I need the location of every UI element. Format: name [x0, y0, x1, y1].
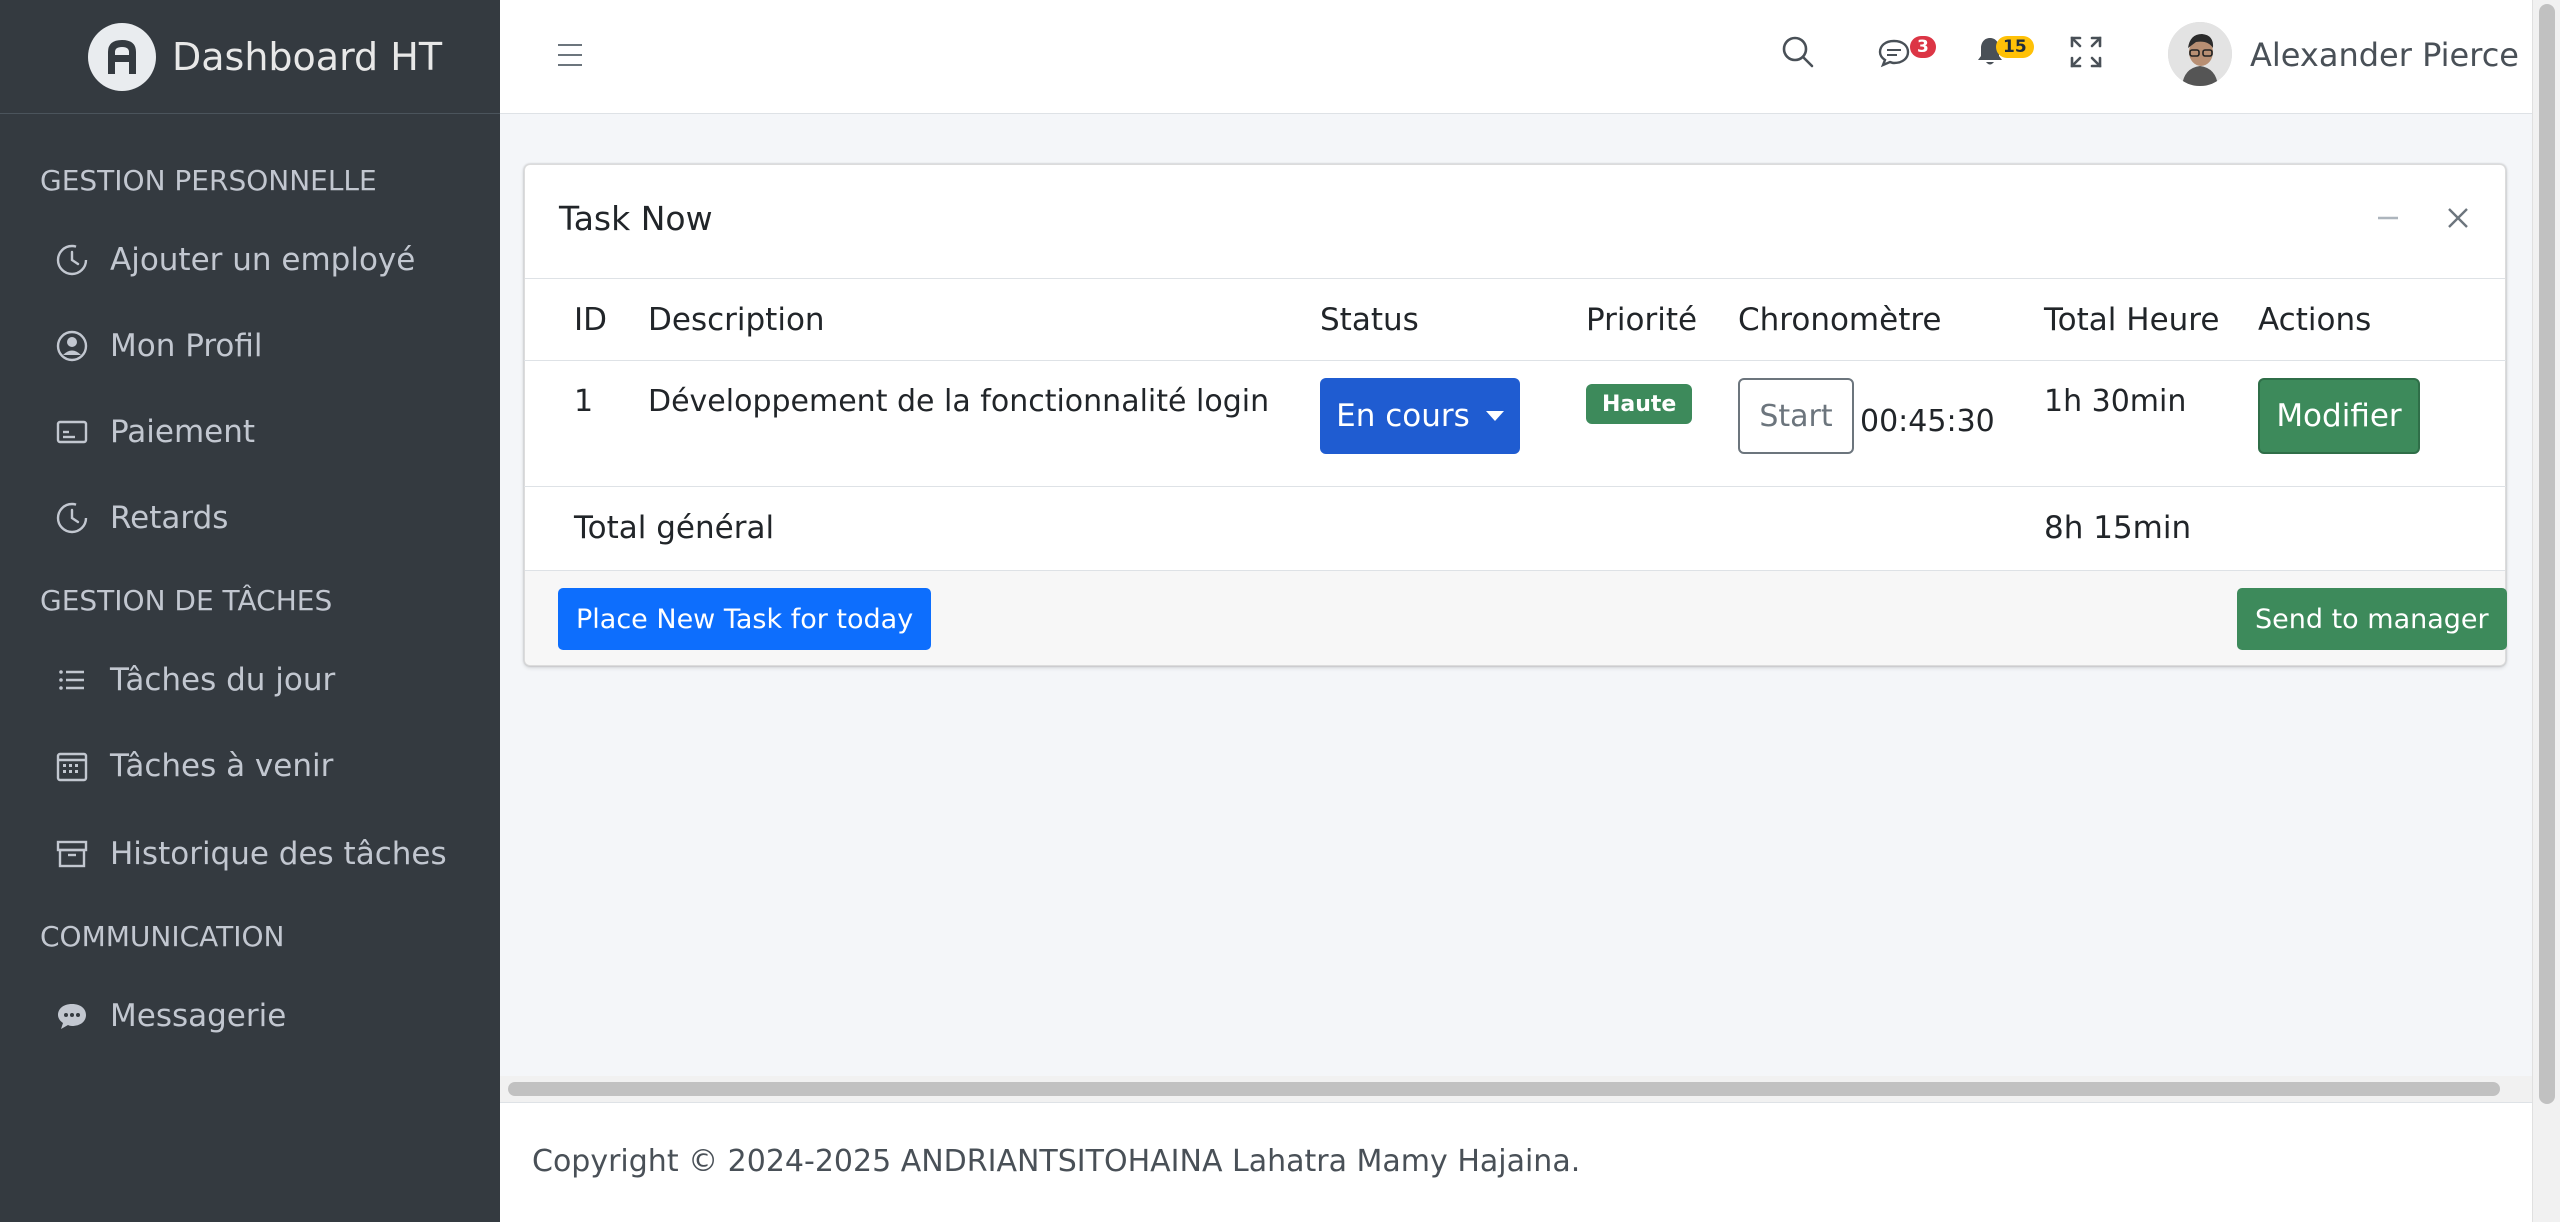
scrollbar-thumb[interactable]	[2539, 4, 2555, 1104]
sidebar-item-paiement[interactable]: Paiement	[54, 404, 255, 460]
sidebar-item-label: Messagerie	[110, 998, 287, 1034]
vertical-scrollbar[interactable]	[2532, 0, 2560, 1222]
close-icon[interactable]	[2443, 203, 2483, 243]
user-name[interactable]: Alexander Pierce	[2250, 36, 2519, 74]
notifications-badge: 15	[1996, 36, 2034, 58]
col-header-timer: Chronomètre	[1738, 302, 1942, 338]
sidebar-item-mon-profil[interactable]: Mon Profil	[54, 318, 263, 374]
total-label: Total général	[574, 510, 775, 546]
brand-logo-icon	[88, 22, 156, 91]
sidebar-section-taches: GESTION DE TÂCHES	[40, 584, 333, 617]
sidebar-item-taches-a-venir[interactable]: Tâches à venir	[54, 738, 333, 794]
copyright-text: Copyright © 2024-2025 ANDRIANTSITOHAINA …	[532, 1144, 1581, 1179]
clock-icon	[54, 500, 90, 536]
sidebar-item-label: Paiement	[110, 414, 256, 450]
sidebar-item-label: Historique des tâches	[110, 836, 447, 872]
send-to-manager-button[interactable]: Send to manager	[2237, 588, 2507, 650]
status-label: En cours	[1336, 398, 1470, 434]
place-new-task-button[interactable]: Place New Task for today	[558, 588, 932, 650]
chat-bubble-icon	[54, 998, 90, 1034]
sidebar-item-taches-du-jour[interactable]: Tâches du jour	[54, 652, 335, 708]
scrollbar-thumb[interactable]	[508, 1082, 2500, 1096]
total-value: 8h 15min	[2044, 510, 2192, 546]
sidebar-item-label: Ajouter un employé	[110, 242, 416, 278]
table-divider	[524, 486, 2506, 487]
brand-title: Dashboard HT	[172, 34, 443, 79]
user-avatar[interactable]	[2168, 22, 2232, 86]
menu-toggle-icon[interactable]	[558, 36, 588, 76]
card-title: Task Now	[559, 199, 713, 238]
sidebar-section-communication: COMMUNICATION	[40, 920, 285, 953]
caret-down-icon	[1485, 411, 1504, 421]
task-id: 1	[574, 384, 594, 419]
clock-icon	[54, 242, 90, 278]
timer-value: 00:45:30	[1860, 404, 1995, 439]
modify-button[interactable]: Modifier	[2258, 378, 2420, 454]
col-header-description: Description	[648, 302, 825, 338]
sidebar-item-ajouter-employe[interactable]: Ajouter un employé	[54, 232, 415, 288]
sidebar-item-label: Mon Profil	[110, 328, 263, 364]
sidebar-item-messagerie[interactable]: Messagerie	[54, 988, 286, 1044]
archive-icon	[54, 836, 90, 872]
calendar-icon	[54, 748, 90, 784]
horizontal-scrollbar[interactable]	[500, 1076, 2532, 1102]
credit-card-icon	[54, 414, 90, 450]
col-header-actions: Actions	[2258, 302, 2372, 338]
table-divider	[524, 360, 2506, 361]
sidebar-item-retards[interactable]: Retards	[54, 490, 228, 546]
sidebar-item-label: Tâches à venir	[110, 748, 334, 784]
list-icon	[54, 662, 90, 698]
user-circle-icon	[54, 328, 90, 364]
sidebar-item-label: Retards	[110, 500, 229, 536]
task-total-hours: 1h 30min	[2044, 384, 2187, 419]
priority-badge: Haute	[1586, 384, 1693, 424]
col-header-status: Status	[1320, 302, 1419, 338]
col-header-id: ID	[574, 302, 608, 338]
collapse-icon[interactable]	[2373, 203, 2413, 243]
col-header-total: Total Heure	[2044, 302, 2220, 338]
sidebar-item-historique[interactable]: Historique des tâches	[54, 826, 447, 882]
card-header: Task Now	[525, 165, 2505, 279]
fullscreen-icon[interactable]	[2068, 34, 2112, 78]
search-icon[interactable]	[1780, 34, 1824, 78]
brand[interactable]: Dashboard HT	[0, 0, 500, 114]
sidebar-section-personnel: GESTION PERSONNELLE	[40, 164, 377, 197]
sidebar-item-label: Tâches du jour	[110, 662, 336, 698]
task-description: Développement de la fonctionnalité login	[648, 384, 1270, 419]
col-header-priority: Priorité	[1586, 302, 1698, 338]
messages-badge: 3	[1910, 36, 1936, 58]
start-timer-button[interactable]: Start	[1738, 378, 1854, 454]
status-dropdown-button[interactable]: En cours	[1320, 378, 1520, 454]
